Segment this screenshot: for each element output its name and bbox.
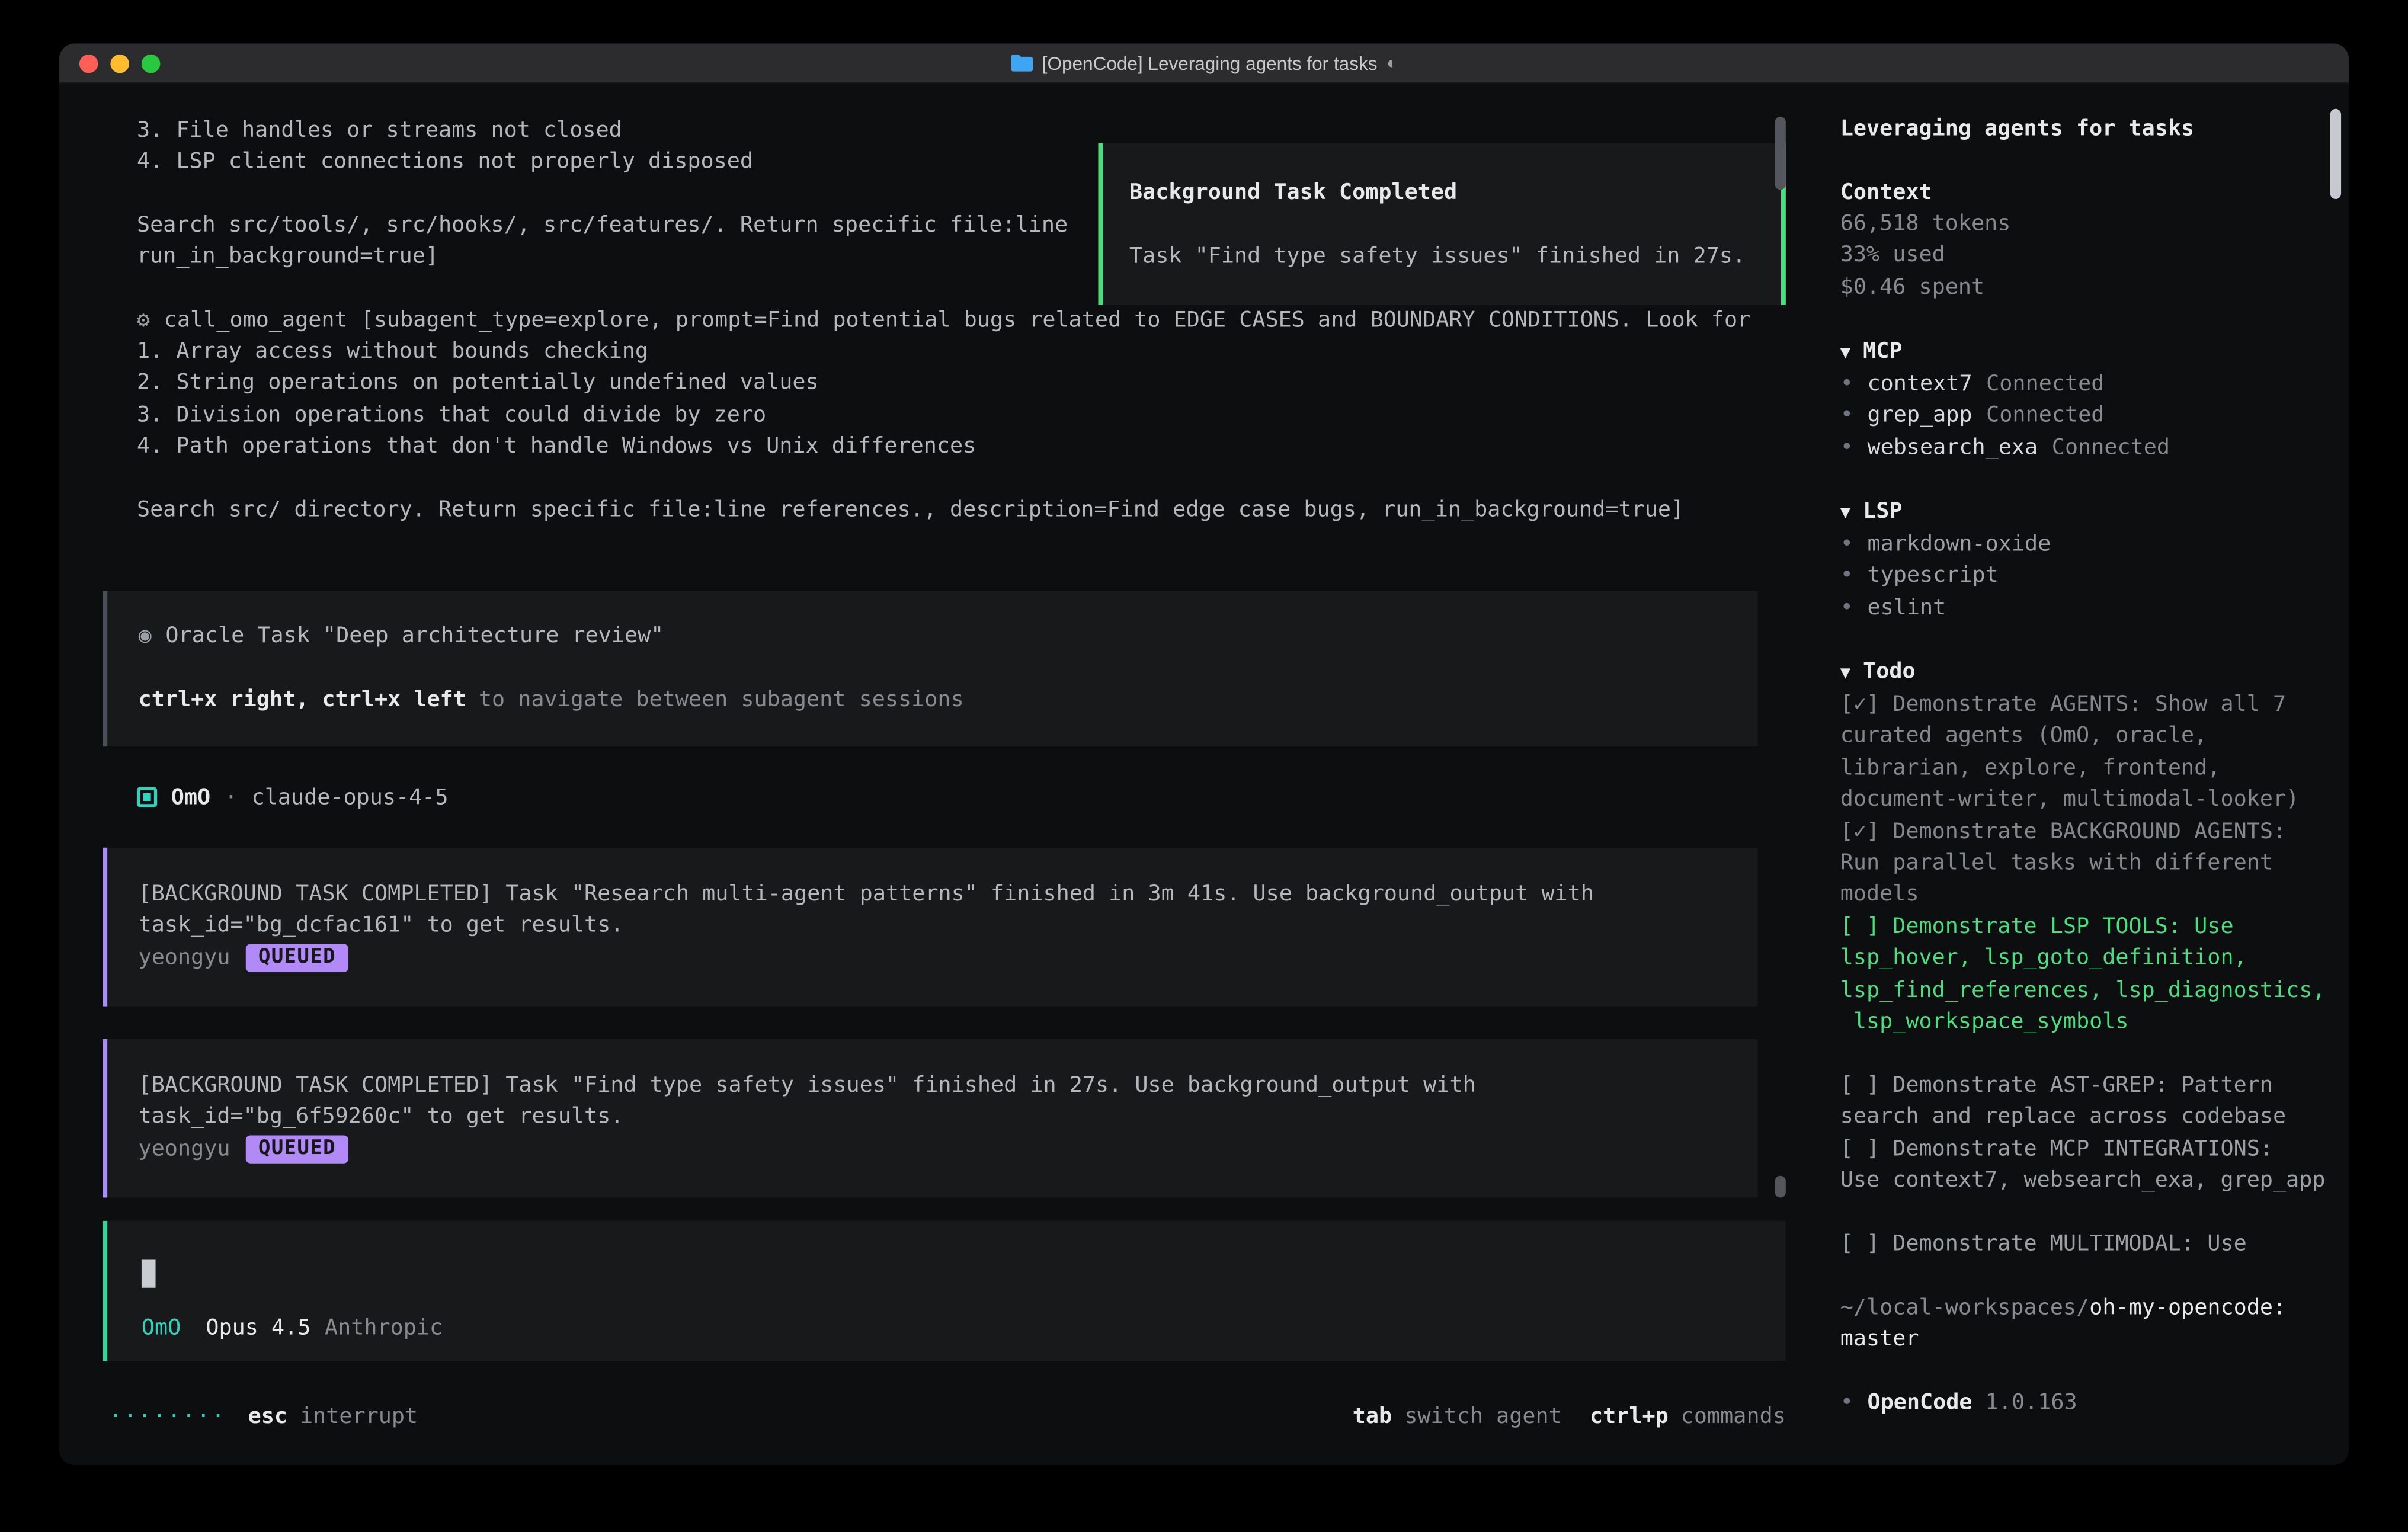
task-author: yeongyu xyxy=(139,1133,230,1165)
opencode-window: [OpenCode] Leveraging agents for tasks ◐… xyxy=(59,44,2349,1466)
screen: [OpenCode] Leveraging agents for tasks ◐… xyxy=(0,0,2408,1532)
window-title: [OpenCode] Leveraging agents for tasks ◐ xyxy=(1011,52,1397,74)
bullet-icon: • xyxy=(1840,435,1853,460)
mcp-item: •websearch_exaConnected xyxy=(1840,432,2330,464)
spinner-dots: ········ xyxy=(109,1401,226,1433)
todo-item-active: [ ] Demonstrate LSP TOOLS: Use lsp_hover… xyxy=(1840,911,2330,1038)
context-header: Context xyxy=(1840,177,2330,209)
ctrlp-key-label: commands xyxy=(1681,1401,1786,1433)
folder-icon xyxy=(1011,55,1033,72)
tool-call-args: 1. Array access without bounds checking … xyxy=(137,336,1750,463)
task-completed-card: [BACKGROUND TASK COMPLETED] Task "Resear… xyxy=(103,848,1757,1007)
gear-icon: ⚙ xyxy=(137,307,150,332)
lsp-item: •markdown-oxide xyxy=(1840,529,2330,561)
app-version: •OpenCode 1.0.163 xyxy=(1840,1387,2330,1419)
bullet-icon: • xyxy=(1840,403,1853,428)
workspace-branch: master xyxy=(1840,1323,2330,1355)
esc-key-label: interrupt xyxy=(300,1401,418,1433)
workspace-path: ~/local-workspaces/oh-my-opencode: xyxy=(1840,1292,2330,1324)
todo-item-pending: [ ] Demonstrate MULTIMODAL: Use xyxy=(1840,1229,2330,1261)
context-tokens: 66,518 tokens xyxy=(1840,209,2330,241)
task-completed-card: [BACKGROUND TASK COMPLETED] Task "Find t… xyxy=(103,1039,1757,1198)
app-body: 3. File handles or streams not closed 4.… xyxy=(59,84,2349,1465)
zoom-button[interactable] xyxy=(142,55,161,73)
bullet-icon: • xyxy=(1840,595,1853,620)
text-cursor xyxy=(142,1259,156,1287)
tool-call-line: ⚙ call_omo_agent [subagent_type=explore, … xyxy=(137,304,1750,336)
main-scrollbar-thumb-bottom[interactable] xyxy=(1775,1176,1785,1198)
mcp-item: •grep_appConnected xyxy=(1840,400,2330,432)
task-message-line1: [BACKGROUND TASK COMPLETED] Task "Resear… xyxy=(139,879,1727,911)
mcp-item: •context7Connected xyxy=(1840,368,2330,400)
sidebar: Leveraging agents for tasks Context 66,5… xyxy=(1817,84,2349,1465)
bullet-icon: • xyxy=(1840,532,1853,557)
bullet-icon: • xyxy=(1840,564,1853,589)
tool-call-tail: Search src/ directory. Return specific f… xyxy=(137,495,1750,527)
minimize-button[interactable] xyxy=(110,55,129,73)
task-message-line2: task_id="bg_6f59260c" to get results. xyxy=(139,1102,1727,1134)
agent-icon xyxy=(137,788,157,808)
tab-key-hint: tab xyxy=(1353,1401,1392,1433)
bullet-icon: • xyxy=(1840,371,1853,396)
chevron-down-icon: ▼ xyxy=(1840,662,1850,682)
terminal-output-top: 3. File handles or streams not closed 4.… xyxy=(137,115,1068,274)
terminal-output-mid: ⚙ call_omo_agent [subagent_type=explore, … xyxy=(137,304,1750,526)
window-title-text: [OpenCode] Leveraging agents for tasks xyxy=(1042,52,1378,74)
input-model-name: Opus 4.5 xyxy=(206,1312,310,1344)
oracle-task-panel: ◉Oracle Task "Deep architecture review" … xyxy=(103,591,1757,747)
todo-item-done: [✓] Demonstrate BACKGROUND AGENTS: Run p… xyxy=(1840,816,2330,911)
toast-title: Background Task Completed xyxy=(1129,177,1754,209)
todo-item-pending: [ ] Demonstrate MCP INTEGRATIONS: Use co… xyxy=(1840,1133,2330,1197)
agent-model: claude-opus-4-5 xyxy=(252,782,449,814)
sidebar-scrollbar-thumb[interactable] xyxy=(2330,109,2341,199)
agent-header: OmO · claude-opus-4-5 xyxy=(137,782,449,814)
close-button[interactable] xyxy=(79,55,98,73)
task-message-line1: [BACKGROUND TASK COMPLETED] Task "Find t… xyxy=(139,1070,1727,1102)
input-agent-name: OmO xyxy=(142,1312,181,1344)
session-title: Leveraging agents for tasks xyxy=(1840,113,2330,145)
separator-dot: · xyxy=(225,782,238,814)
traffic-lights xyxy=(79,55,161,73)
terminal-main[interactable]: 3. File handles or streams not closed 4.… xyxy=(59,84,1817,1465)
mcp-section-header[interactable]: ▼MCP xyxy=(1840,335,2330,368)
lsp-item: •typescript xyxy=(1840,560,2330,592)
main-scrollbar-thumb[interactable] xyxy=(1775,117,1785,190)
subagent-nav-hint: ctrl+x right, ctrl+x leftto navigate bet… xyxy=(139,684,1727,716)
queued-badge: QUEUED xyxy=(246,944,348,972)
tool-call-text: call_omo_agent [subagent_type=explore, p… xyxy=(164,307,1750,332)
input-provider-name: Anthropic xyxy=(325,1312,443,1344)
todo-item-done: [✓] Demonstrate AGENTS: Show all 7 curat… xyxy=(1840,689,2330,816)
record-icon: ◉ xyxy=(139,624,152,649)
task-message-line2: task_id="bg_dcfac161" to get results. xyxy=(139,911,1727,943)
chevron-down-icon: ▼ xyxy=(1840,502,1850,522)
half-moon-icon: ◐ xyxy=(1386,54,1397,73)
lsp-section-header[interactable]: ▼LSP xyxy=(1840,495,2330,528)
todo-section-header[interactable]: ▼Todo xyxy=(1840,656,2330,689)
oracle-task-title: ◉Oracle Task "Deep architecture review" xyxy=(139,620,1727,652)
todo-item-pending: [ ] Demonstrate AST-GREP: Pattern search… xyxy=(1840,1070,2330,1133)
bullet-icon: • xyxy=(1840,1390,1853,1415)
titlebar: [OpenCode] Leveraging agents for tasks ◐ xyxy=(59,44,2349,84)
agent-name: OmO xyxy=(171,782,210,814)
status-bar: ········ esc interrupt tab switch agent … xyxy=(109,1401,1786,1433)
context-spent: $0.46 spent xyxy=(1840,272,2330,304)
ctrlp-key-hint: ctrl+p xyxy=(1590,1401,1669,1433)
prompt-input[interactable]: OmO Opus 4.5 Anthropic xyxy=(103,1221,1786,1361)
context-used: 33% used xyxy=(1840,240,2330,272)
lsp-item: •eslint xyxy=(1840,592,2330,624)
background-task-toast[interactable]: Background Task Completed Task "Find typ… xyxy=(1098,143,1785,305)
tab-key-label: switch agent xyxy=(1404,1401,1562,1433)
task-author: yeongyu xyxy=(139,942,230,974)
chevron-down-icon: ▼ xyxy=(1840,342,1850,362)
input-meta: OmO Opus 4.5 Anthropic xyxy=(142,1312,443,1344)
toast-body: Task "Find type safety issues" finished … xyxy=(1129,241,1754,273)
queued-badge: QUEUED xyxy=(246,1136,348,1164)
esc-key-hint: esc xyxy=(248,1401,287,1433)
